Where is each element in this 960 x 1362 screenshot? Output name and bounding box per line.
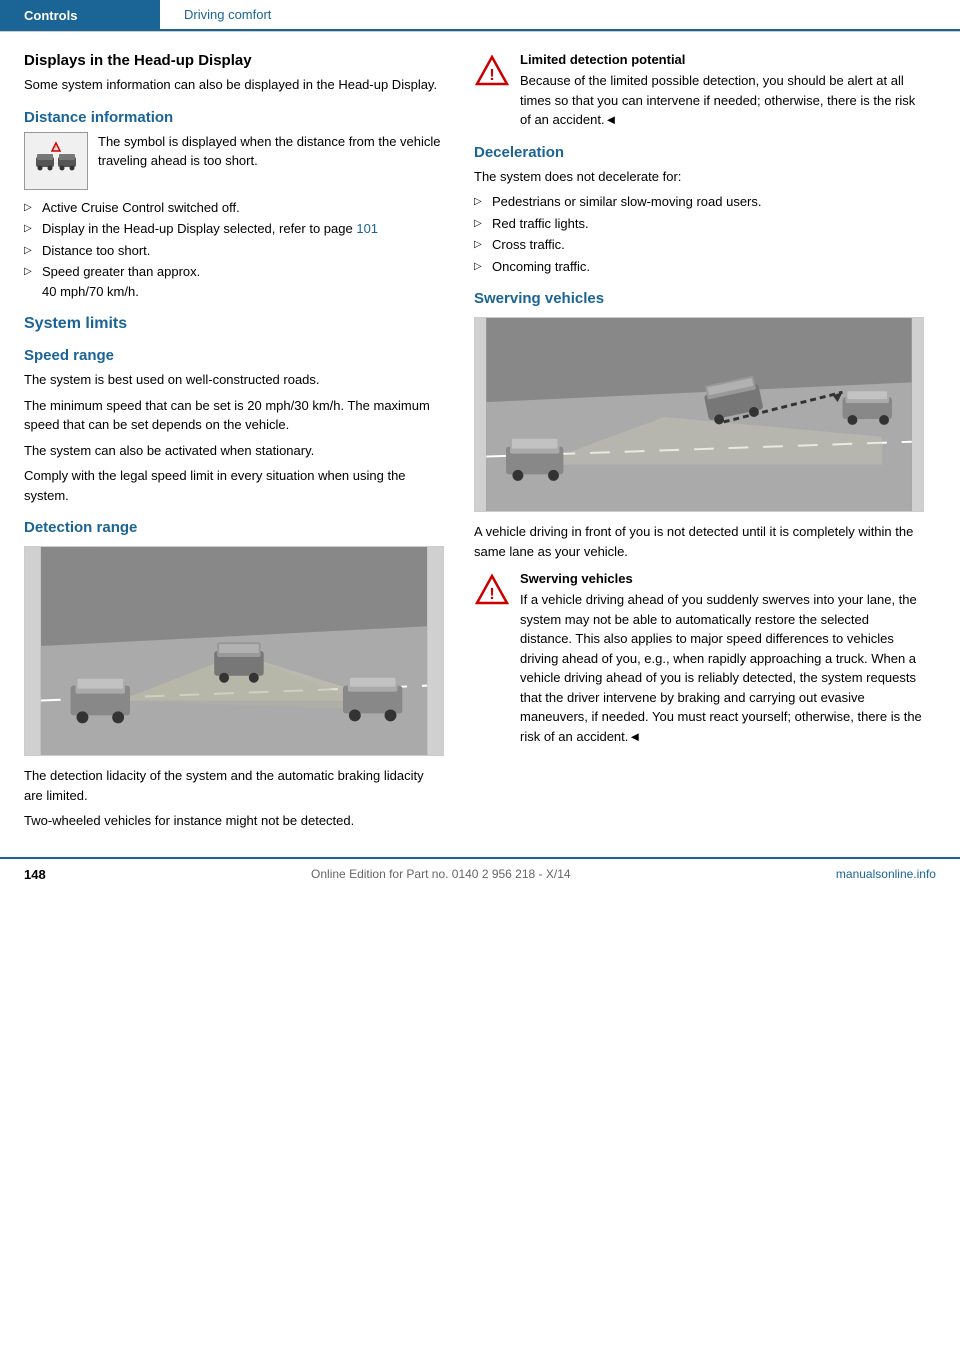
bullet-item: Red traffic lights.: [474, 214, 924, 234]
speed-range-heading: Speed range: [24, 347, 444, 364]
distance-info-text: The symbol is displayed when the distanc…: [98, 132, 444, 171]
svg-text:!: !: [55, 146, 56, 152]
distance-bullets: Active Cruise Control switched off. Disp…: [24, 198, 444, 302]
detection-range-heading: Detection range: [24, 519, 444, 536]
bullet-item: Pedestrians or similar slow-moving road …: [474, 192, 924, 212]
swerving-warning-title: Swerving vehicles: [520, 571, 924, 586]
limited-detection-text: Because of the limited possible detectio…: [520, 71, 924, 130]
intro-text: Some system information can also be disp…: [24, 75, 444, 95]
footer-online-text: Online Edition for Part no. 0140 2 956 2…: [311, 867, 571, 881]
right-column: ! Limited detection potential Because of…: [474, 52, 924, 837]
detection-p1: The detection lidacity of the system and…: [24, 766, 444, 805]
bullet-item: Cross traffic.: [474, 235, 924, 255]
warning-triangle-icon: !: [474, 54, 510, 90]
controls-tab-label: Controls: [24, 8, 77, 23]
swerving-svg: [475, 318, 923, 511]
swerving-warning-icon: !: [474, 573, 510, 609]
svg-text:!: !: [489, 586, 494, 603]
main-content: Displays in the Head-up Display Some sys…: [0, 32, 960, 837]
distance-info-heading: Distance information: [24, 109, 444, 126]
page-footer: 148 Online Edition for Part no. 0140 2 9…: [0, 857, 960, 890]
footer-logo: manualsonline.info: [836, 867, 936, 881]
speed-range-p1: The system is best used on well-construc…: [24, 370, 444, 390]
speed-range-p4: Comply with the legal speed limit in eve…: [24, 466, 444, 505]
left-column: Displays in the Head-up Display Some sys…: [24, 52, 444, 837]
speed-range-p3: The system can also be activated when st…: [24, 441, 444, 461]
swerving-warning: ! Swerving vehicles If a vehicle driving…: [474, 571, 924, 746]
limited-detection-warning: ! Limited detection potential Because of…: [474, 52, 924, 130]
bullet-item: Active Cruise Control switched off.: [24, 198, 444, 218]
page-header: Controls Driving comfort: [0, 0, 960, 32]
system-limits-heading: System limits: [24, 315, 444, 333]
bullet-item: Oncoming traffic.: [474, 257, 924, 277]
page-number: 148: [24, 867, 46, 882]
deceleration-heading: Deceleration: [474, 144, 924, 161]
svg-text:!: !: [489, 67, 494, 84]
tab-driving-comfort[interactable]: Driving comfort: [160, 0, 960, 31]
swerving-vehicles-diagram: [474, 317, 924, 512]
distance-info-symbol-row: ! The symbol is displayed when the dista…: [24, 132, 444, 190]
page-title: Displays in the Head-up Display: [24, 52, 444, 69]
swerving-heading: Swerving vehicles: [474, 290, 924, 307]
detection-range-diagram: [24, 546, 444, 756]
detection-p2: Two-wheeled vehicles for instance might …: [24, 811, 444, 831]
limited-detection-title: Limited detection potential: [520, 52, 924, 67]
bullet-item: Display in the Head-up Display selected,…: [24, 219, 444, 239]
distance-symbol-box: !: [24, 132, 88, 190]
driving-comfort-tab-label: Driving comfort: [184, 7, 271, 22]
deceleration-bullets: Pedestrians or similar slow-moving road …: [474, 192, 924, 276]
detection-range-svg: [25, 547, 443, 755]
speed-range-p2: The minimum speed that can be set is 20 …: [24, 396, 444, 435]
swerving-warning-text: If a vehicle driving ahead of you sudden…: [520, 590, 924, 746]
deceleration-intro: The system does not decelerate for:: [474, 167, 924, 187]
tab-controls[interactable]: Controls: [0, 0, 160, 31]
distance-symbol-icon: !: [32, 139, 80, 183]
bullet-item: Speed greater than approx.40 mph/70 km/h…: [24, 262, 444, 301]
swerving-caption: A vehicle driving in front of you is not…: [474, 522, 924, 561]
bullet-item: Distance too short.: [24, 241, 444, 261]
